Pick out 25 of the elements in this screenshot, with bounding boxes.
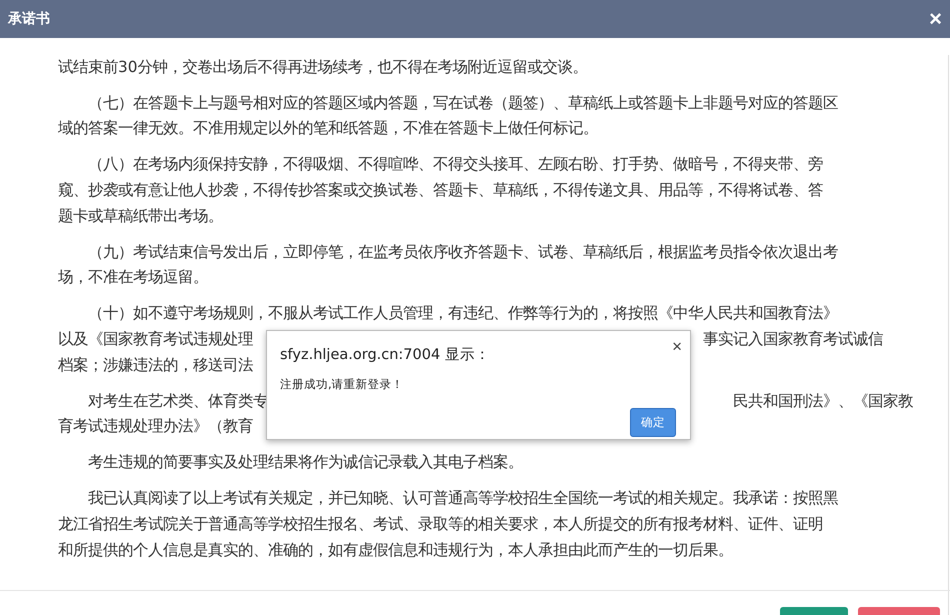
close-button[interactable]: × (672, 337, 682, 357)
paragraph-line: 试结束前30分钟，交卷出场后不得再进场续考，也不得在考场附近逗留或交谈。 (58, 58, 588, 76)
paragraph-line: 档案；涉嫌违法的，移送司法 (58, 356, 253, 374)
paragraph-line: （十）如不遵守考场规则，不服从考试工作人员管理，有违纪、作弊等行为的，将按照《中华人民共和国教育法》 (87, 304, 838, 322)
paragraph-line: 窥、抄袭或有意让他人抄袭，不得传抄答案或交换试卷、答题卡、草稿纸，不得传递文具、用品等，不得将试卷、答 (58, 180, 823, 199)
paragraph-line: 题卡或草稿纸带出考场。 (58, 206, 223, 225)
paragraph-line: 我已认真阅读了以上考试有关规定，并已知晓、认可普通高等学校招生全国统一考试的相关规定。我承诺：按照黑 (87, 489, 838, 508)
paragraph-line: 事实记入国家教育考试诚信 (703, 328, 883, 350)
close-button[interactable]: × (929, 8, 942, 30)
paragraph-line: 域的答案一律无效。不准用规定以外的笔和纸答题，不准在答题卡上做任何标记。 (58, 119, 598, 138)
window-title: 承诺书 (8, 10, 50, 28)
paragraph-line: （九）考试结束信号发出后，立即停笔，在监考员依序收齐答题卡、试卷、草稿纸后，根据监考员指令依次退出考 (87, 242, 838, 261)
alert-message: 注册成功,请重新登录！ (280, 377, 404, 392)
paragraph-line: 考生违规的简要事实及处理结果将作为诚信记录载入其电子档案。 (87, 453, 523, 472)
paragraph-line: 龙江省招生考试院关于普通高等学校招生报名、考试、录取等的相关要求，本人所提交的所有报考材料、证件、证明 (58, 515, 823, 533)
paragraph-line: （八）在考场内须保持安静，不得吸烟、不得喧哗、不得交头接耳、左顾右盼、打手势、做暗号，不得夹带、旁 (87, 155, 823, 174)
paragraph-line: （七）在答题卡上与题号相对应的答题区域内答题，写在试卷（题签）、草稿纸上或答题卡上非题号对应的答题区 (87, 94, 838, 112)
paragraph-line: 对考生在艺术类、体育类专 (88, 390, 268, 412)
paragraph-line: 育考试违规处理办法》（教育 (58, 417, 253, 436)
paragraph-line: 和所提供的个人信息是真实的、准确的，如有虚假信息和违规行为，本人承担由此而产生的一切后果。 (58, 540, 733, 559)
paragraph-line: 以及《国家教育考试违规处理 (58, 328, 253, 350)
paragraph-line: 民共和国刑法》、《国家教 (733, 390, 913, 412)
paragraph-line: 场，不准在考场逗留。 (58, 268, 208, 286)
ok-button[interactable]: 确定 (630, 408, 676, 437)
alert-title: sfyz.hljea.org.cn:7004 显示： (280, 346, 490, 364)
